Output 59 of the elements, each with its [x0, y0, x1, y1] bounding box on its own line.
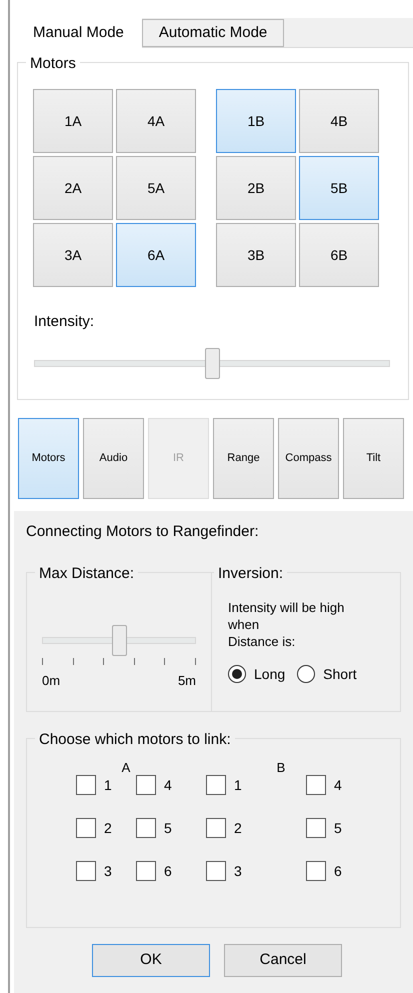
checkbox-option[interactable]: 6	[306, 860, 342, 882]
checkbox[interactable]	[76, 818, 96, 838]
dialog-button[interactable]: Cancel	[224, 944, 342, 976]
description-text: Intensity will be high when	[228, 598, 346, 632]
motor-button[interactable]: 1A	[33, 89, 113, 153]
intensity-label: Intensity:	[34, 312, 96, 332]
panel-title: Connecting Motors to Rangefinder:	[26, 522, 260, 542]
checkbox[interactable]	[76, 861, 96, 881]
motor-button[interactable]: 5A	[116, 156, 196, 220]
motor-button[interactable]: 3B	[216, 223, 296, 287]
slider-thumb[interactable]	[205, 348, 220, 378]
checkbox[interactable]	[306, 818, 326, 838]
motor-button[interactable]: 4A	[116, 89, 196, 153]
motor-button[interactable]: 6A	[116, 223, 196, 287]
motor-button[interactable]: 6B	[299, 223, 379, 287]
motor-button[interactable]: 5B	[299, 156, 379, 220]
checkbox-option[interactable]: 3	[206, 860, 242, 882]
sensor-button[interactable]: Audio	[83, 418, 144, 499]
radio-option[interactable]: Long	[228, 664, 286, 684]
radio-button[interactable]	[297, 665, 316, 683]
column-heading: B	[276, 760, 286, 774]
checkbox-option[interactable]: 2	[76, 818, 116, 838]
checkbox-option[interactable]: 5	[136, 818, 176, 838]
checkbox[interactable]	[306, 775, 326, 795]
sensor-button[interactable]: Tilt	[343, 418, 404, 499]
checkbox[interactable]	[206, 818, 226, 838]
checkbox[interactable]	[136, 775, 156, 795]
checkbox-option[interactable]: 4	[306, 774, 342, 796]
checkbox[interactable]	[206, 775, 226, 795]
checkbox-option[interactable]: 1	[76, 774, 116, 796]
sensor-button[interactable]: Compass	[278, 418, 339, 499]
checkbox-option[interactable]: 2	[206, 818, 242, 838]
motor-button[interactable]: 4B	[299, 89, 379, 153]
max-label: 5m	[178, 672, 196, 690]
checkbox[interactable]	[136, 818, 156, 838]
tab[interactable]: Manual Mode	[15, 18, 142, 48]
checkbox[interactable]	[76, 775, 96, 795]
motor-button[interactable]: 2B	[216, 156, 296, 220]
radio-option[interactable]: Short	[297, 664, 357, 684]
motor-button[interactable]: 1B	[216, 89, 296, 153]
checkbox-option[interactable]: 1	[206, 774, 242, 796]
sensor-button[interactable]: Motors	[18, 418, 79, 499]
tab[interactable]: Automatic Mode	[142, 19, 284, 47]
motor-button[interactable]: 3A	[33, 223, 113, 287]
dialog-button[interactable]: OK	[92, 944, 210, 976]
checkbox[interactable]	[306, 861, 326, 881]
checkbox[interactable]	[206, 861, 226, 881]
checkbox[interactable]	[136, 861, 156, 881]
description-text: Distance is:	[228, 632, 296, 650]
sensor-button[interactable]: Range	[213, 418, 274, 499]
checkbox-option[interactable]: 5	[306, 818, 342, 838]
motor-button[interactable]: 2A	[33, 156, 113, 220]
radio-button[interactable]	[228, 665, 246, 683]
column-heading: A	[122, 760, 130, 774]
slider-thumb[interactable]	[112, 624, 127, 656]
checkbox-option[interactable]: 6	[136, 860, 176, 882]
min-label: 0m	[42, 672, 60, 690]
checkbox-option[interactable]: 4	[136, 774, 176, 796]
checkbox-option[interactable]: 3	[76, 860, 116, 882]
